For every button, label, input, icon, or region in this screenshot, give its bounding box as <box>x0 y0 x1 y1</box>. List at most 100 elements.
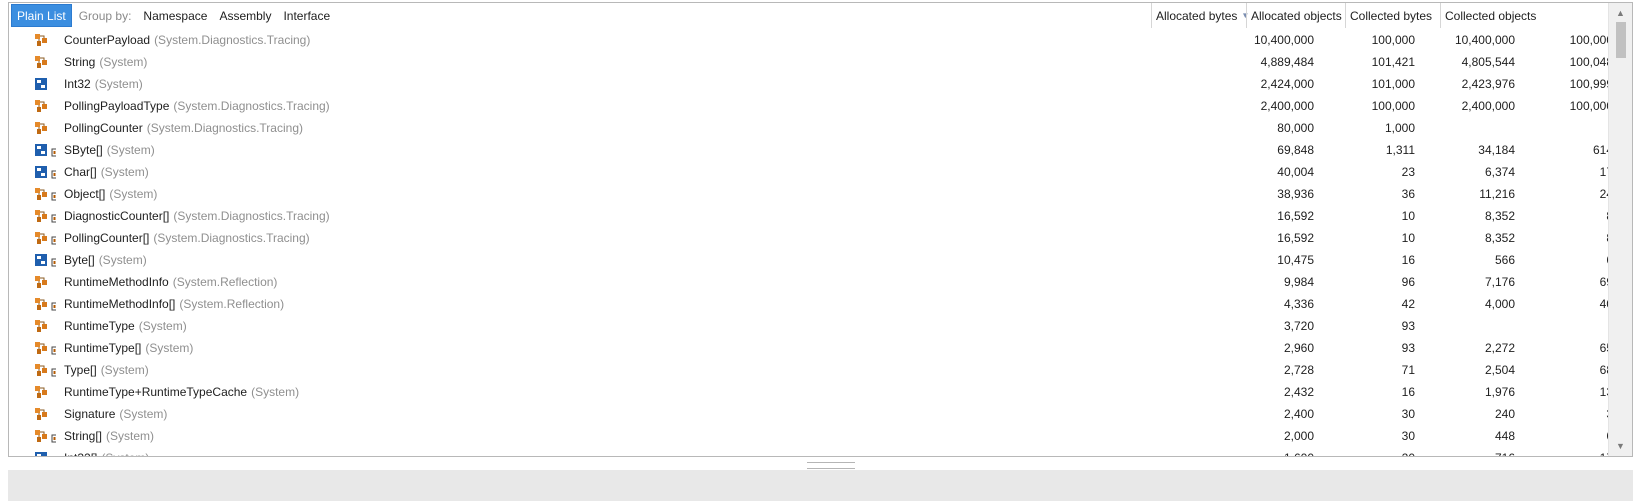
plain-list-button[interactable]: Plain List <box>11 4 72 27</box>
table-row[interactable]: PollingPayloadType (System.Diagnostics.Tr… <box>9 95 1609 117</box>
column-header-collected-bytes-label: Collected bytes <box>1350 8 1433 23</box>
group-by-assembly-button[interactable]: Assembly <box>219 9 271 23</box>
allocated-bytes-cell: 2,000 <box>1283 429 1314 443</box>
struct-icon <box>34 165 48 179</box>
type-name: SByte[] <box>64 143 103 157</box>
type-namespace: (System.Diagnostics.Tracing) <box>173 99 330 113</box>
array-icon <box>50 212 57 222</box>
table-row[interactable]: String (System) 4,889,484 101,421 4,805,544 1… <box>9 51 1609 73</box>
type-namespace: (System.Diagnostics.Tracing) <box>146 121 303 135</box>
collected-bytes-cell: 2,400,000 <box>1461 99 1515 113</box>
table-row[interactable]: Object[](System) 38,936 36 11,216 24 <box>9 183 1609 205</box>
table-row[interactable]: Char[](System) 40,004 23 6,374 17 <box>9 161 1609 183</box>
allocated-objects-cell: 20 <box>1319 447 1415 456</box>
column-header-allocated-objects-label: Allocated objects <box>1251 8 1342 23</box>
scroll-up-icon[interactable]: ▲ <box>1609 5 1632 21</box>
column-header-collected-objects[interactable]: Collected objects <box>1440 3 1538 28</box>
array-icon <box>50 432 57 442</box>
splitter-grip[interactable] <box>807 462 855 469</box>
type-name-cell: PollingPayloadType (System.Diagnostics.Tr… <box>34 95 330 117</box>
table-row[interactable]: RuntimeMethodInfo[] (System.Reflection) 4,… <box>9 293 1609 315</box>
allocated-bytes-cell: 2,400 <box>1283 407 1314 421</box>
table-row[interactable]: RuntimeType[](System) 2,960 93 2,272 65 <box>9 337 1609 359</box>
array-icon <box>50 234 57 244</box>
type-namespace: (System.Diagnostics.Tracing) <box>173 209 330 223</box>
table-row[interactable]: DiagnosticCounter[] (System.Diagnostics.T… <box>9 205 1609 227</box>
type-name-cell: PollingCounter[] (System.Diagnostics.Trac… <box>34 227 310 249</box>
type-name: Char[] <box>64 165 97 179</box>
type-name-cell: CounterPayload (System.Diagnostics.Tracin… <box>34 29 310 51</box>
type-name-cell: Type[] (System) <box>34 359 149 381</box>
type-namespace: (System) <box>99 55 148 69</box>
allocation-table-panel: Plain List Group by: Namespace Assembly … <box>8 2 1633 457</box>
type-name-cell: String (System) <box>34 51 147 73</box>
allocated-bytes-cell: 80,000 <box>1277 121 1314 135</box>
allocated-objects-cell: 100,000 <box>1371 99 1415 113</box>
type-namespace: (System.Diagnostics.Tracing) <box>153 231 310 245</box>
table-row[interactable]: RuntimeMethodInfo (System.Reflection) 9,98… <box>9 271 1609 293</box>
column-header-allocated-bytes[interactable]: Allocated bytes ▼ <box>1151 3 1249 28</box>
group-by-namespace-button[interactable]: Namespace <box>143 9 207 23</box>
scrollbar-thumb[interactable] <box>1616 22 1626 58</box>
vertical-scrollbar[interactable]: ▲ ▼ <box>1608 3 1632 456</box>
table-row[interactable]: Int32[] (System) 1,600 20 716 17 <box>9 447 1609 456</box>
allocated-objects-cell: 96 <box>1401 275 1415 289</box>
allocated-objects-cell: 10 <box>1401 231 1415 245</box>
class-icon <box>34 363 48 377</box>
group-by-interface-button[interactable]: Interface <box>283 9 330 23</box>
collected-objects-cell: 17 <box>1599 165 1609 179</box>
table-row[interactable]: PollingCounter (System.Diagnostics.Tracin… <box>9 117 1609 139</box>
type-name-cell: DiagnosticCounter[] (System.Diagnostics.T… <box>34 205 330 227</box>
column-header-collected-objects-label: Collected objects <box>1445 8 1537 23</box>
table-row[interactable]: Int32 (System) 2,424,000 101,000 2,423,976 10… <box>9 73 1609 95</box>
collected-bytes-cell: 34,184 <box>1478 143 1515 157</box>
table-row[interactable]: Byte[](System) 10,475 16 566 6 <box>9 249 1609 271</box>
array-icon <box>50 168 57 178</box>
collected-bytes-cell <box>1419 315 1515 337</box>
type-name: RuntimeType[] <box>64 341 142 355</box>
array-icon <box>50 256 57 266</box>
column-header-collected-bytes[interactable]: Collected bytes <box>1345 3 1440 28</box>
allocated-objects-cell: 16 <box>1401 385 1415 399</box>
table-row[interactable]: Signature(System) 2,400 30 240 3 <box>9 403 1609 425</box>
type-namespace: (System) <box>98 253 147 267</box>
table-row[interactable]: RuntimeType (System) 3,720 93 <box>9 315 1609 337</box>
collected-bytes-cell: 240 <box>1494 407 1515 421</box>
table-row[interactable]: String[](System) 2,000 30 448 6 <box>9 425 1609 447</box>
collected-objects-cell: 100,048 <box>1569 55 1609 69</box>
allocated-bytes-cell: 2,728 <box>1283 363 1314 377</box>
array-icon <box>50 300 57 310</box>
table-row[interactable]: RuntimeType+RuntimeTypeCache (System) 2,43… <box>9 381 1609 403</box>
class-icon <box>34 121 48 135</box>
collected-bytes-cell: 4,000 <box>1484 297 1515 311</box>
allocated-objects-cell: 100,000 <box>1371 33 1415 47</box>
allocated-bytes-cell: 38,936 <box>1277 187 1314 201</box>
collected-bytes-cell: 716 <box>1419 447 1515 456</box>
scroll-down-icon[interactable]: ▼ <box>1609 438 1632 454</box>
collected-bytes-cell: 2,272 <box>1484 341 1515 355</box>
type-namespace: (System.Diagnostics.Tracing) <box>154 33 311 47</box>
allocated-bytes-cell: 2,424,000 <box>1260 77 1314 91</box>
collected-bytes-cell: 6,374 <box>1484 165 1515 179</box>
allocated-objects-cell: 93 <box>1401 341 1415 355</box>
type-namespace: (System) <box>100 165 149 179</box>
type-name: PollingCounter[] <box>64 231 150 245</box>
column-header-allocated-objects[interactable]: Allocated objects <box>1246 3 1345 28</box>
type-namespace: (System) <box>100 363 149 377</box>
allocated-objects-cell: 101,421 <box>1371 55 1415 69</box>
allocated-bytes-cell: 2,432 <box>1283 385 1314 399</box>
column-header-allocated-bytes-label: Allocated bytes <box>1156 8 1238 23</box>
collected-objects-cell: 6 <box>1519 425 1609 447</box>
class-icon <box>34 385 48 399</box>
collected-objects-cell: 65 <box>1599 341 1609 355</box>
table-row[interactable]: PollingCounter[] (System.Diagnostics.Trac… <box>9 227 1609 249</box>
allocated-objects-cell: 71 <box>1401 363 1415 377</box>
table-row[interactable]: SByte[](System) 69,848 1,311 34,184 614 <box>9 139 1609 161</box>
type-namespace: (System) <box>145 341 194 355</box>
type-name: PollingCounter <box>64 121 143 135</box>
type-name-cell: String[] (System) <box>34 425 154 447</box>
table-row[interactable]: CounterPayload (System.Diagnostics.Tracin… <box>9 29 1609 51</box>
table-row[interactable]: Type[](System) 2,728 71 2,504 68 <box>9 359 1609 381</box>
type-name-cell: PollingCounter (System.Diagnostics.Tracin… <box>34 117 303 139</box>
collected-objects-cell <box>1519 117 1609 139</box>
